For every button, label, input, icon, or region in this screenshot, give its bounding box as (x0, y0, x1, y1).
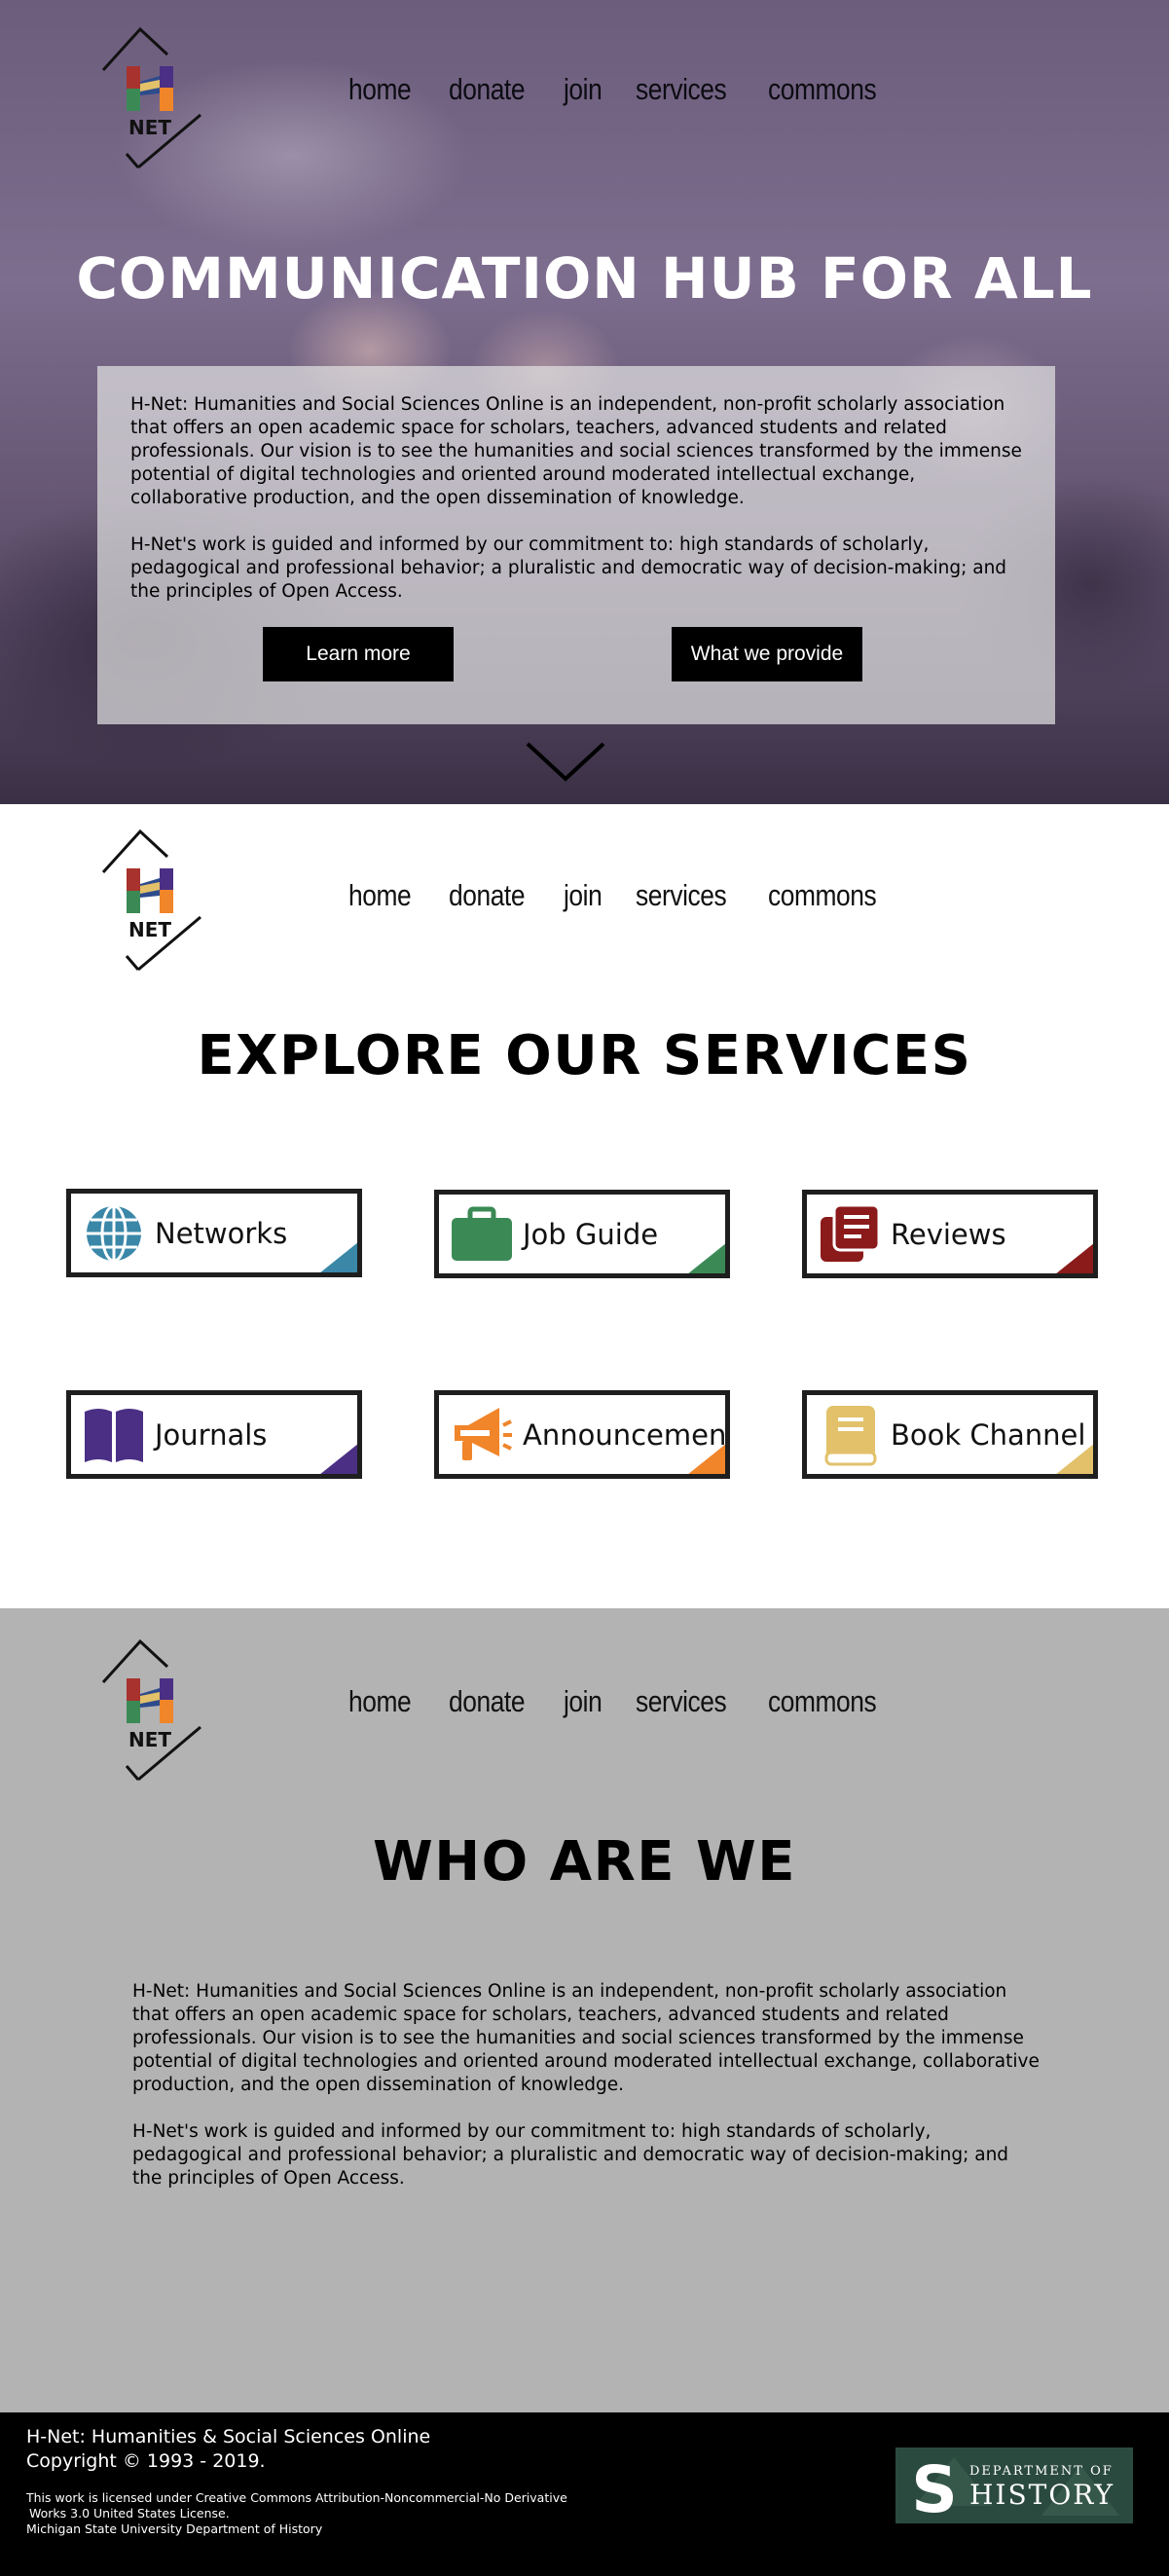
service-card-networks[interactable]: Networks (66, 1189, 362, 1277)
who-nav: home donate join services commons (348, 1684, 922, 1719)
who-paragraph-2: H-Net's work is guided and informed by o… (132, 2121, 1009, 2189)
hnet-logo[interactable]: NET (99, 25, 206, 171)
nav-donate[interactable]: donate (449, 1684, 525, 1719)
nav-commons[interactable]: commons (768, 1684, 877, 1719)
open-book-icon (85, 1409, 143, 1462)
card-label: Job Guide (523, 1217, 659, 1251)
hero-paragraph-1: H-Net: Humanities and Social Sciences On… (130, 394, 1022, 508)
service-card-book-channel[interactable]: Book Channel (802, 1390, 1098, 1479)
service-card-announcements[interactable]: Announcements (434, 1390, 730, 1479)
hero-paragraph-2: H-Net's work is guided and informed by o… (130, 534, 1007, 602)
who-paragraph-1: H-Net: Humanities and Social Sciences On… (132, 1981, 1040, 2095)
card-label: Networks (155, 1216, 288, 1250)
documents-icon (821, 1203, 881, 1262)
top-nav: home donate join services commons (348, 72, 922, 107)
footer-license-line-1: This work is licensed under Creative Com… (26, 2490, 567, 2505)
briefcase-icon (452, 1206, 512, 1261)
hnet-logo[interactable]: NET (99, 1638, 206, 1784)
nav-services[interactable]: services (636, 72, 727, 107)
footer-copyright: Copyright © 1993 - 2019. (26, 2450, 266, 2472)
who-title: WHO ARE WE (373, 1830, 796, 1894)
card-corner-accent (1055, 1444, 1093, 1474)
megaphone-icon (455, 1408, 512, 1460)
card-label: Reviews (891, 1217, 1006, 1251)
msu-logo-top-text: DEPARTMENT OF (969, 2464, 1114, 2479)
service-card-job-guide[interactable]: Job Guide (434, 1190, 730, 1278)
msu-history-logo[interactable]: S DEPARTMENT OF HISTORY (895, 2447, 1133, 2523)
logo-text: NET (128, 1728, 171, 1751)
msu-logo-graphic: S DEPARTMENT OF HISTORY (895, 2447, 1133, 2523)
hnet-logo[interactable]: NET (99, 828, 206, 974)
services-title: EXPLORE OUR SERVICES (197, 1024, 972, 1087)
card-corner-accent (319, 1242, 357, 1272)
nav-home[interactable]: home (348, 878, 412, 913)
logo-text: NET (128, 918, 171, 941)
nav-home[interactable]: home (348, 72, 412, 107)
services-nav: home donate join services commons (348, 878, 922, 913)
hero-title: COMMUNICATION HUB FOR ALL (76, 245, 1093, 312)
card-corner-accent (319, 1444, 357, 1474)
services-section: NET home donate join services commons EX… (0, 804, 1169, 1608)
footer-org-name: H-Net: Humanities & Social Sciences Onli… (26, 2426, 431, 2447)
scroll-down-chevron-icon[interactable] (526, 740, 605, 785)
service-card-journals[interactable]: Journals (66, 1390, 362, 1479)
globe-icon (87, 1204, 141, 1263)
hero-section: NET home donate join services commons CO… (0, 0, 1169, 804)
book-icon (824, 1406, 877, 1466)
nav-join[interactable]: join (564, 1684, 603, 1719)
logo-text: NET (128, 116, 171, 139)
nav-services[interactable]: services (636, 878, 727, 913)
learn-more-button[interactable]: Learn more (263, 627, 454, 681)
msu-logo-letter: S (911, 2452, 958, 2523)
footer-license-line-2[interactable]: Works 3.0 United States License. (29, 2506, 633, 2521)
nav-join[interactable]: join (564, 878, 603, 913)
card-corner-accent (687, 1444, 725, 1474)
service-card-reviews[interactable]: Reviews (802, 1190, 1098, 1278)
nav-commons[interactable]: commons (768, 878, 877, 913)
site-footer: H-Net: Humanities & Social Sciences Onli… (0, 2412, 1169, 2576)
who-are-we-section: NET home donate join services commons WH… (0, 1608, 1169, 2412)
nav-join[interactable]: join (564, 72, 603, 107)
hero-intro-box: H-Net: Humanities and Social Sciences On… (97, 366, 1055, 724)
nav-services[interactable]: services (636, 1684, 727, 1719)
nav-commons[interactable]: commons (768, 72, 877, 107)
nav-donate[interactable]: donate (449, 72, 525, 107)
footer-license-line-3: Michigan State University Department of … (26, 2521, 323, 2536)
card-label: Journals (155, 1417, 268, 1452)
card-corner-accent (1055, 1243, 1093, 1273)
nav-donate[interactable]: donate (449, 878, 525, 913)
what-we-provide-button[interactable]: What we provide (672, 627, 862, 681)
msu-logo-bottom-text: HISTORY (969, 2479, 1114, 2511)
nav-home[interactable]: home (348, 1684, 412, 1719)
card-corner-accent (687, 1243, 725, 1273)
